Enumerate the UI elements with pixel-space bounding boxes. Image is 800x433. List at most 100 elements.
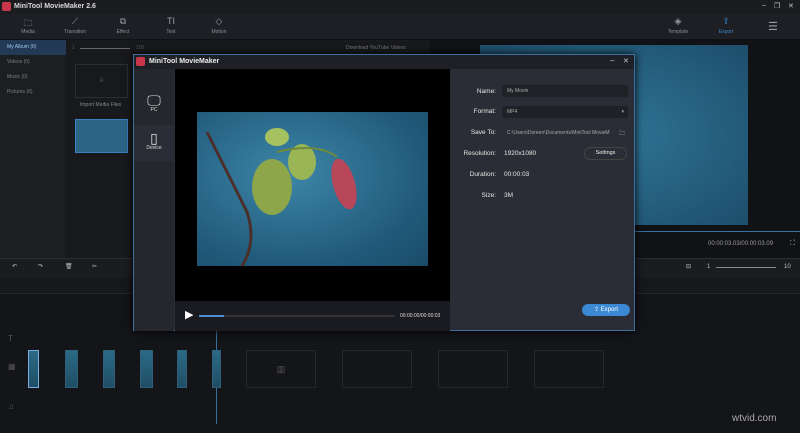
sidebar-item-videos[interactable]: Videos (0) [0, 55, 66, 70]
dialog-title-bar: MiniTool MovieMaker – ✕ [134, 55, 634, 69]
export-icon: ⇪ [722, 16, 730, 26]
empty-clip-slot[interactable] [534, 350, 604, 388]
chevron-down-icon: ▾ [621, 109, 624, 115]
download-youtube-link[interactable]: Download YouTube Videos [346, 45, 406, 51]
folder-browse-icon[interactable]: 🗀 [619, 129, 625, 139]
close-button[interactable]: ✕ [788, 2, 794, 10]
zoom-min-label: 1 [72, 45, 75, 51]
format-select[interactable]: MP4 ▾ [502, 106, 628, 118]
dialog-video-player: ▶ 00:00:00/00:00:03 [175, 69, 450, 331]
player-progress-fill [199, 315, 225, 317]
toolbar-label: Export [718, 29, 734, 35]
tab-pc[interactable]: 🖵 PC [134, 87, 174, 123]
timeline-clip[interactable] [212, 350, 221, 388]
album-sidebar: My Album (6) Videos (0) Music (0) Pictur… [0, 40, 66, 258]
toolbar-label: Transition [64, 29, 86, 35]
format-value: MP4 [507, 109, 518, 115]
media-thumbnail[interactable] [75, 119, 128, 153]
import-media-label: Import Media Files [80, 102, 122, 108]
tab-device[interactable]: ▯ Device [134, 125, 174, 161]
fullscreen-icon[interactable]: ⛶ [790, 240, 795, 248]
timeline-clip[interactable] [65, 350, 78, 388]
player-controls: ▶ 00:00:00/00:00:03 [175, 301, 450, 331]
toolbar-label: Template [667, 29, 689, 35]
app-title: MiniTool MovieMaker 2.6 [14, 3, 96, 10]
dialog-title: MiniTool MovieMaker [149, 58, 220, 65]
toolbar-media[interactable]: 🗀 Media [8, 16, 48, 35]
format-label: Format: [473, 108, 496, 115]
toolbar-label: Media [21, 29, 35, 35]
watermark: wtvid.com [732, 413, 777, 424]
toolbar-text[interactable]: TI Text [151, 16, 191, 35]
toolbar-label: Text [166, 29, 176, 35]
timeline-zoom-max: 10 [784, 264, 791, 270]
title-bar: MiniTool MovieMaker 2.6 – ❐ ✕ [0, 0, 800, 14]
fit-icon[interactable]: ⊟ [686, 263, 691, 270]
empty-clip-slot[interactable] [342, 350, 412, 388]
resolution-label: Resolution: [463, 150, 496, 157]
thumbnail-size-slider[interactable] [80, 48, 130, 49]
play-button[interactable]: ▶ [185, 308, 193, 321]
duration-label: Duration: [469, 171, 496, 178]
text-icon: TI [167, 16, 175, 26]
video-track-icon: ▦ [8, 362, 16, 371]
timeline-clip[interactable] [28, 350, 39, 388]
delete-icon[interactable]: 🗑 [65, 263, 73, 270]
export-target-tabs: 🖵 PC ▯ Device [134, 69, 174, 331]
effect-icon: ⧉ [119, 16, 127, 26]
name-input[interactable] [502, 85, 628, 97]
size-value: 3M [504, 192, 514, 199]
flower-image [205, 128, 357, 267]
tab-label: PC [150, 107, 158, 113]
save-path[interactable]: C:\Users\Doreen\Documents\MiniTool Movie… [502, 127, 628, 139]
split-icon[interactable]: ✂ [92, 263, 97, 270]
toolbar-label: Effect [116, 29, 130, 35]
timeline-zoom-min: 1 [707, 264, 711, 270]
text-track-icon: T [8, 334, 13, 343]
export-dialog: MiniTool MovieMaker – ✕ 🖵 PC ▯ Device ▶ 00… [133, 54, 635, 331]
sidebar-item-pictures[interactable]: Pictures (6) [0, 85, 66, 100]
timeline-clip[interactable] [140, 350, 153, 388]
export-label: Export [600, 307, 619, 313]
minimize-button[interactable]: – [762, 2, 766, 9]
size-label: Size: [481, 192, 496, 199]
save-path-value: C:\Users\Doreen\Documents\MiniTool Movie… [507, 130, 610, 136]
restore-button[interactable]: ❐ [774, 2, 780, 10]
dialog-close-button[interactable]: ✕ [623, 57, 629, 65]
preview-time: 00:00:03.03/00:00:03.09 [708, 241, 774, 247]
timeline-clip[interactable] [177, 350, 187, 388]
timeline-clip[interactable] [103, 350, 115, 388]
phone-icon: ▯ [150, 130, 158, 146]
folder-icon: 🗀 [23, 18, 33, 28]
menu-icon[interactable]: ☰ [768, 20, 778, 33]
dialog-minimize-button[interactable]: – [610, 56, 614, 65]
timeline-zoom-slider[interactable] [716, 267, 776, 268]
redo-icon[interactable]: ↷ [38, 263, 43, 270]
monitor-icon: 🖵 [147, 92, 161, 108]
player-time: 00:00:00/00:00:03 [400, 313, 441, 319]
toolbar-transition[interactable]: ⟋ Transition [55, 16, 95, 35]
empty-clip-slot[interactable] [438, 350, 508, 388]
zoom-max-label: 100 [136, 45, 145, 51]
settings-label: Settings [595, 150, 616, 156]
resolution-value: 1920x1080 [504, 150, 537, 157]
empty-clip-slot[interactable]: ▥ [246, 350, 316, 388]
toolbar-motion[interactable]: ◇ Motion [199, 16, 239, 35]
app-logo-icon [136, 57, 145, 66]
player-progress-bar[interactable] [199, 315, 395, 317]
import-media-button[interactable]: ⇩ [75, 64, 128, 98]
toolbar-template[interactable]: ◈ Template [658, 16, 698, 35]
toolbar-export[interactable]: ⇪ Export [706, 16, 746, 35]
sidebar-item-music[interactable]: Music (0) [0, 70, 66, 85]
app-logo-icon [2, 2, 11, 11]
transition-icon: ⟋ [71, 16, 79, 26]
toolbar-effect[interactable]: ⧉ Effect [103, 16, 143, 35]
sidebar-item-my-album[interactable]: My Album (6) [0, 40, 66, 55]
export-button[interactable]: ⇪ Export [582, 304, 630, 316]
music-track-icon: ♫ [8, 402, 14, 411]
name-label: Name: [476, 88, 496, 95]
settings-button[interactable]: Settings [584, 147, 627, 160]
video-frame [197, 112, 428, 267]
undo-icon[interactable]: ↶ [12, 263, 17, 270]
upload-icon: ⇪ [593, 307, 601, 313]
